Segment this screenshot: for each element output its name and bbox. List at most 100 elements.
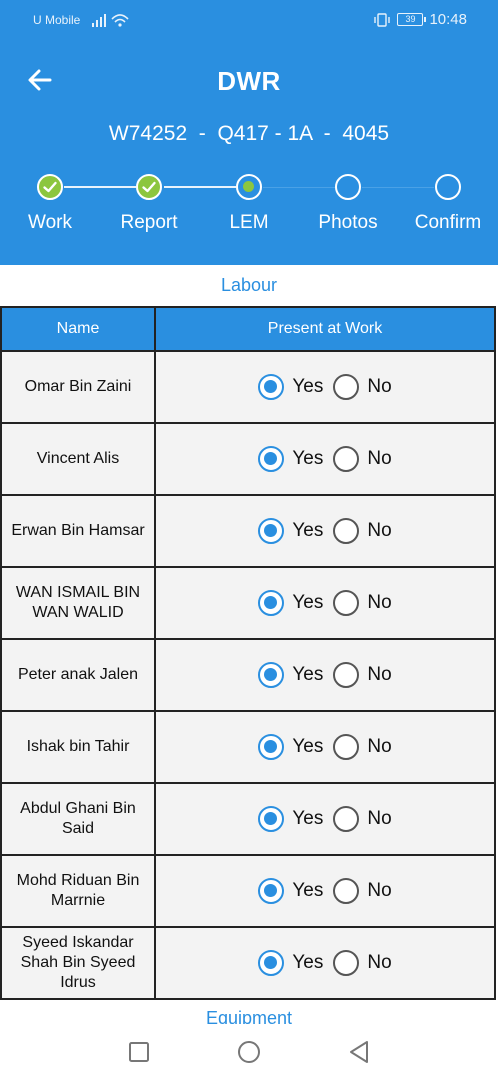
radio-unchecked-icon[interactable] <box>333 518 360 544</box>
table-row: Abdul Ghani Bin Said Yes No <box>2 784 494 856</box>
empty-circle-icon <box>335 174 361 200</box>
present-radio-group: Yes No <box>258 806 392 832</box>
radio-label: No <box>367 520 392 541</box>
step-label: Work <box>28 212 72 233</box>
no-radio[interactable]: No <box>333 374 392 400</box>
step-lem[interactable]: LEM <box>199 170 299 234</box>
section-title-labour: Labour <box>220 275 278 295</box>
status-right: 39 10:48 <box>373 11 467 28</box>
no-radio[interactable]: No <box>333 878 392 904</box>
radio-unchecked-icon[interactable] <box>333 374 360 400</box>
radio-checked-icon[interactable] <box>258 374 285 400</box>
step-label: LEM <box>229 212 269 233</box>
check-icon <box>37 174 63 200</box>
radio-label: No <box>367 448 392 469</box>
radio-label: Yes <box>292 808 324 829</box>
radio-label: Yes <box>292 952 324 973</box>
worker-name: Peter anak Jalen <box>2 640 156 710</box>
no-radio[interactable]: No <box>333 590 392 616</box>
no-radio[interactable]: No <box>333 518 392 544</box>
no-radio[interactable]: No <box>333 446 392 472</box>
status-time: 10:48 <box>429 11 467 28</box>
radio-checked-icon[interactable] <box>258 662 285 688</box>
no-radio[interactable]: No <box>333 950 392 976</box>
worker-name: Ishak bin Tahir <box>2 712 156 782</box>
radio-unchecked-icon[interactable] <box>333 446 360 472</box>
radio-unchecked-icon[interactable] <box>333 950 360 976</box>
present-radio-cell: Yes No <box>156 856 494 926</box>
radio-label: No <box>367 808 392 829</box>
worker-name: WAN ISMAIL BIN WAN WALID <box>2 568 156 638</box>
table-row: Erwan Bin Hamsar Yes No <box>2 496 494 568</box>
radio-checked-icon[interactable] <box>258 734 285 760</box>
system-nav-bar <box>0 1024 498 1080</box>
radio-checked-icon[interactable] <box>258 590 285 616</box>
yes-radio[interactable]: Yes <box>258 662 323 688</box>
page-title: DWR <box>217 66 281 96</box>
present-radio-group: Yes No <box>258 878 392 904</box>
worker-name: Omar Bin Zaini <box>2 352 156 422</box>
table-row: Omar Bin Zaini Yes No <box>2 352 494 424</box>
worker-name: Erwan Bin Hamsar <box>2 496 156 566</box>
yes-radio[interactable]: Yes <box>258 806 323 832</box>
present-radio-group: Yes No <box>258 950 392 976</box>
yes-radio[interactable]: Yes <box>258 590 323 616</box>
radio-label: No <box>367 952 392 973</box>
radio-unchecked-icon[interactable] <box>333 590 360 616</box>
worker-name: Vincent Alis <box>2 424 156 494</box>
radio-label: Yes <box>292 520 324 541</box>
step-confirm[interactable]: Confirm <box>398 170 498 234</box>
signal-wifi-icon <box>92 14 129 27</box>
radio-unchecked-icon[interactable] <box>333 806 360 832</box>
worker-name: Syeed Iskandar Shah Bin Syeed Idrus <box>2 928 156 998</box>
column-header-present: Present at Work <box>267 320 383 337</box>
present-radio-group: Yes No <box>258 662 392 688</box>
radio-label: No <box>367 592 392 613</box>
step-photos[interactable]: Photos <box>298 170 398 234</box>
table-row: WAN ISMAIL BIN WAN WALID Yes No <box>2 568 494 640</box>
radio-unchecked-icon[interactable] <box>333 878 360 904</box>
page-subtitle: W74252 - Q417 - 1A - 4045 <box>108 122 390 145</box>
radio-label: No <box>367 880 392 901</box>
worker-name: Abdul Ghani Bin Said <box>2 784 156 854</box>
radio-label: Yes <box>292 448 324 469</box>
radio-unchecked-icon[interactable] <box>333 734 360 760</box>
radio-unchecked-icon[interactable] <box>333 662 360 688</box>
radio-label: Yes <box>292 592 324 613</box>
present-radio-cell: Yes No <box>156 928 494 998</box>
progress-stepper: Work Report LEM Photos Confirm <box>0 170 498 240</box>
no-radio[interactable]: No <box>333 806 392 832</box>
yes-radio[interactable]: Yes <box>258 950 323 976</box>
home-icon[interactable] <box>237 1040 261 1064</box>
yes-radio[interactable]: Yes <box>258 734 323 760</box>
radio-checked-icon[interactable] <box>258 950 285 976</box>
radio-label: Yes <box>292 664 324 685</box>
present-radio-cell: Yes No <box>156 352 494 422</box>
radio-label: Yes <box>292 880 324 901</box>
vibrate-icon <box>374 12 391 27</box>
battery-icon: 39 <box>397 13 427 26</box>
yes-radio[interactable]: Yes <box>258 446 323 472</box>
table-row: Syeed Iskandar Shah Bin Syeed Idrus Yes No <box>2 928 494 1000</box>
radio-checked-icon[interactable] <box>258 518 285 544</box>
radio-label: No <box>367 664 392 685</box>
radio-checked-icon[interactable] <box>258 878 285 904</box>
radio-label: Yes <box>292 376 324 397</box>
present-radio-group: Yes No <box>258 734 392 760</box>
back-nav-icon[interactable] <box>348 1040 370 1064</box>
yes-radio[interactable]: Yes <box>258 374 323 400</box>
radio-checked-icon[interactable] <box>258 806 285 832</box>
yes-radio[interactable]: Yes <box>258 518 323 544</box>
present-radio-cell: Yes No <box>156 712 494 782</box>
present-radio-cell: Yes No <box>156 568 494 638</box>
step-label: Photos <box>318 212 378 233</box>
step-report[interactable]: Report <box>99 170 199 234</box>
radio-checked-icon[interactable] <box>258 446 285 472</box>
yes-radio[interactable]: Yes <box>258 878 323 904</box>
step-label: Confirm <box>414 212 482 233</box>
no-radio[interactable]: No <box>333 662 392 688</box>
no-radio[interactable]: No <box>333 734 392 760</box>
present-radio-group: Yes No <box>258 518 392 544</box>
recent-apps-icon[interactable] <box>128 1041 150 1063</box>
step-work[interactable]: Work <box>0 170 100 234</box>
